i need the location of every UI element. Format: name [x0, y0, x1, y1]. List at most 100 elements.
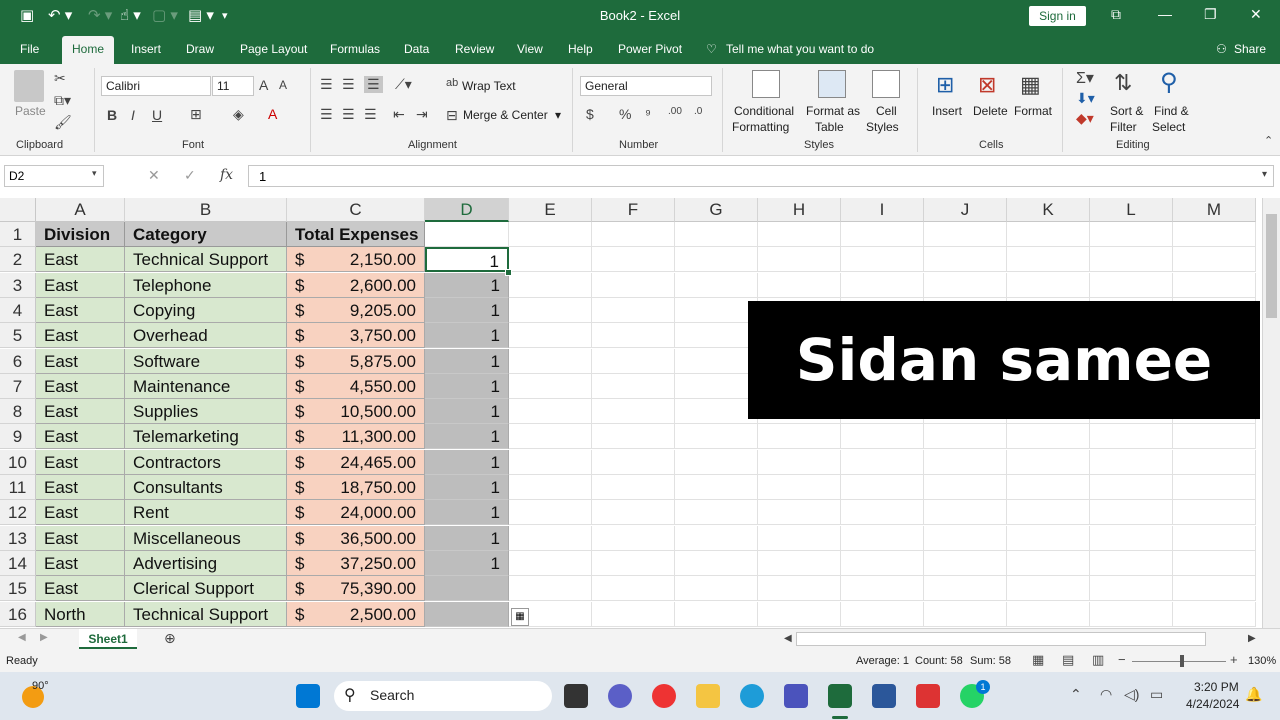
- division-cell[interactable]: East: [36, 272, 125, 298]
- cell[interactable]: [509, 525, 592, 551]
- header-cell-division[interactable]: Division: [36, 222, 125, 247]
- cell[interactable]: [592, 550, 675, 576]
- conditional-label[interactable]: Conditional: [734, 104, 794, 118]
- minimize-icon[interactable]: —: [1158, 6, 1172, 22]
- amount-cell[interactable]: $24,000.00: [287, 500, 425, 526]
- selected-cell[interactable]: 1: [425, 525, 509, 551]
- borders-icon[interactable]: ⊞: [190, 106, 202, 123]
- cell[interactable]: [924, 475, 1007, 500]
- header-cell-category[interactable]: Category: [125, 222, 287, 247]
- cell[interactable]: [509, 399, 592, 425]
- vertical-scrollbar[interactable]: [1262, 198, 1280, 628]
- cell[interactable]: [841, 475, 924, 500]
- cell[interactable]: [758, 550, 841, 576]
- cell[interactable]: [841, 272, 924, 298]
- category-cell[interactable]: Telemarketing: [125, 424, 287, 450]
- cell[interactable]: [841, 222, 924, 247]
- teams-icon[interactable]: [784, 684, 808, 708]
- cut-icon[interactable]: ✂: [54, 70, 66, 87]
- font-name-combo[interactable]: Calibri: [101, 76, 211, 96]
- cell[interactable]: [1090, 576, 1173, 602]
- row-header[interactable]: 4: [0, 297, 36, 323]
- status-count[interactable]: Count: 58: [915, 655, 963, 667]
- amount-cell[interactable]: $75,390.00: [287, 576, 425, 602]
- cell[interactable]: [1173, 247, 1256, 273]
- status-sum[interactable]: Sum: 58: [970, 655, 1011, 667]
- cell[interactable]: [592, 323, 675, 349]
- selected-cell[interactable]: 1: [425, 424, 509, 450]
- amount-cell[interactable]: $37,250.00: [287, 550, 425, 576]
- tab-draw[interactable]: Draw: [186, 42, 214, 56]
- row-header[interactable]: 16: [0, 601, 36, 627]
- find-label[interactable]: Find &: [1154, 104, 1189, 118]
- decrease-indent-icon[interactable]: ⇤: [393, 106, 405, 123]
- volume-icon[interactable]: ◁): [1124, 686, 1139, 703]
- cell[interactable]: [841, 525, 924, 551]
- category-cell[interactable]: Overhead: [125, 323, 287, 349]
- scroll-thumb[interactable]: [1266, 214, 1277, 318]
- division-cell[interactable]: East: [36, 500, 125, 526]
- cell[interactable]: [758, 576, 841, 602]
- share-icon[interactable]: ⚇: [1216, 42, 1227, 56]
- cell[interactable]: [1173, 272, 1256, 298]
- cell[interactable]: [1007, 550, 1090, 576]
- cell[interactable]: [1173, 601, 1256, 627]
- zoom-level[interactable]: 130%: [1248, 655, 1276, 667]
- cell[interactable]: [509, 424, 592, 450]
- tab-home[interactable]: Home: [62, 36, 115, 64]
- formatting-label[interactable]: Formatting: [732, 120, 789, 134]
- orientation-icon[interactable]: ⟋▾: [395, 76, 412, 93]
- selected-cell[interactable]: [425, 601, 509, 627]
- align-right-icon[interactable]: ☰: [364, 106, 377, 123]
- tab-review[interactable]: Review: [455, 42, 494, 56]
- file-explorer-icon[interactable]: [696, 684, 720, 708]
- selected-cell[interactable]: 1: [425, 348, 509, 374]
- chrome-icon[interactable]: [652, 684, 676, 708]
- cell[interactable]: [1090, 525, 1173, 551]
- cell[interactable]: [758, 222, 841, 247]
- cell[interactable]: [1173, 576, 1256, 602]
- cell[interactable]: [841, 500, 924, 526]
- close-icon[interactable]: ✕: [1250, 6, 1262, 23]
- cell[interactable]: [758, 500, 841, 526]
- cell[interactable]: [1090, 500, 1173, 526]
- division-cell[interactable]: East: [36, 475, 125, 500]
- category-cell[interactable]: Maintenance: [125, 373, 287, 399]
- cell[interactable]: [675, 323, 758, 349]
- cell[interactable]: [1090, 247, 1173, 273]
- decrease-decimal-icon[interactable]: .0: [694, 106, 702, 117]
- cell[interactable]: [675, 449, 758, 475]
- amount-cell[interactable]: $4,550.00: [287, 373, 425, 399]
- cell[interactable]: [841, 449, 924, 475]
- cell[interactable]: [924, 601, 1007, 627]
- chat-icon[interactable]: [608, 684, 632, 708]
- column-header-a[interactable]: A: [36, 198, 125, 222]
- wifi-icon[interactable]: ◠: [1100, 686, 1112, 703]
- selected-cell[interactable]: 1: [425, 475, 509, 500]
- row-header[interactable]: 8: [0, 399, 36, 425]
- division-cell[interactable]: East: [36, 399, 125, 425]
- cell[interactable]: [924, 449, 1007, 475]
- division-cell[interactable]: East: [36, 247, 125, 273]
- cell[interactable]: [592, 424, 675, 450]
- chevron-down-icon[interactable]: ▾: [92, 168, 97, 179]
- row-header[interactable]: 15: [0, 576, 36, 602]
- cell[interactable]: [675, 297, 758, 323]
- restore-icon[interactable]: ❐: [1204, 6, 1217, 23]
- share-button[interactable]: Share: [1234, 42, 1266, 56]
- cell[interactable]: [841, 247, 924, 273]
- cell[interactable]: [675, 576, 758, 602]
- cell[interactable]: [758, 525, 841, 551]
- cell[interactable]: [1090, 272, 1173, 298]
- column-header-k[interactable]: K: [1007, 198, 1090, 222]
- category-cell[interactable]: Clerical Support: [125, 576, 287, 602]
- tab-insert[interactable]: Insert: [131, 42, 161, 56]
- column-header-m[interactable]: M: [1173, 198, 1256, 222]
- page-break-view-icon[interactable]: ▥: [1092, 652, 1104, 668]
- taskbar-date[interactable]: 4/24/2024: [1186, 697, 1239, 711]
- zoom-out-icon[interactable]: −: [1118, 652, 1126, 667]
- paste-button[interactable]: Paste: [15, 104, 46, 118]
- tab-formulas[interactable]: Formulas: [330, 42, 380, 56]
- taskbar-time[interactable]: 3:20 PM: [1194, 680, 1239, 694]
- cell[interactable]: [592, 525, 675, 551]
